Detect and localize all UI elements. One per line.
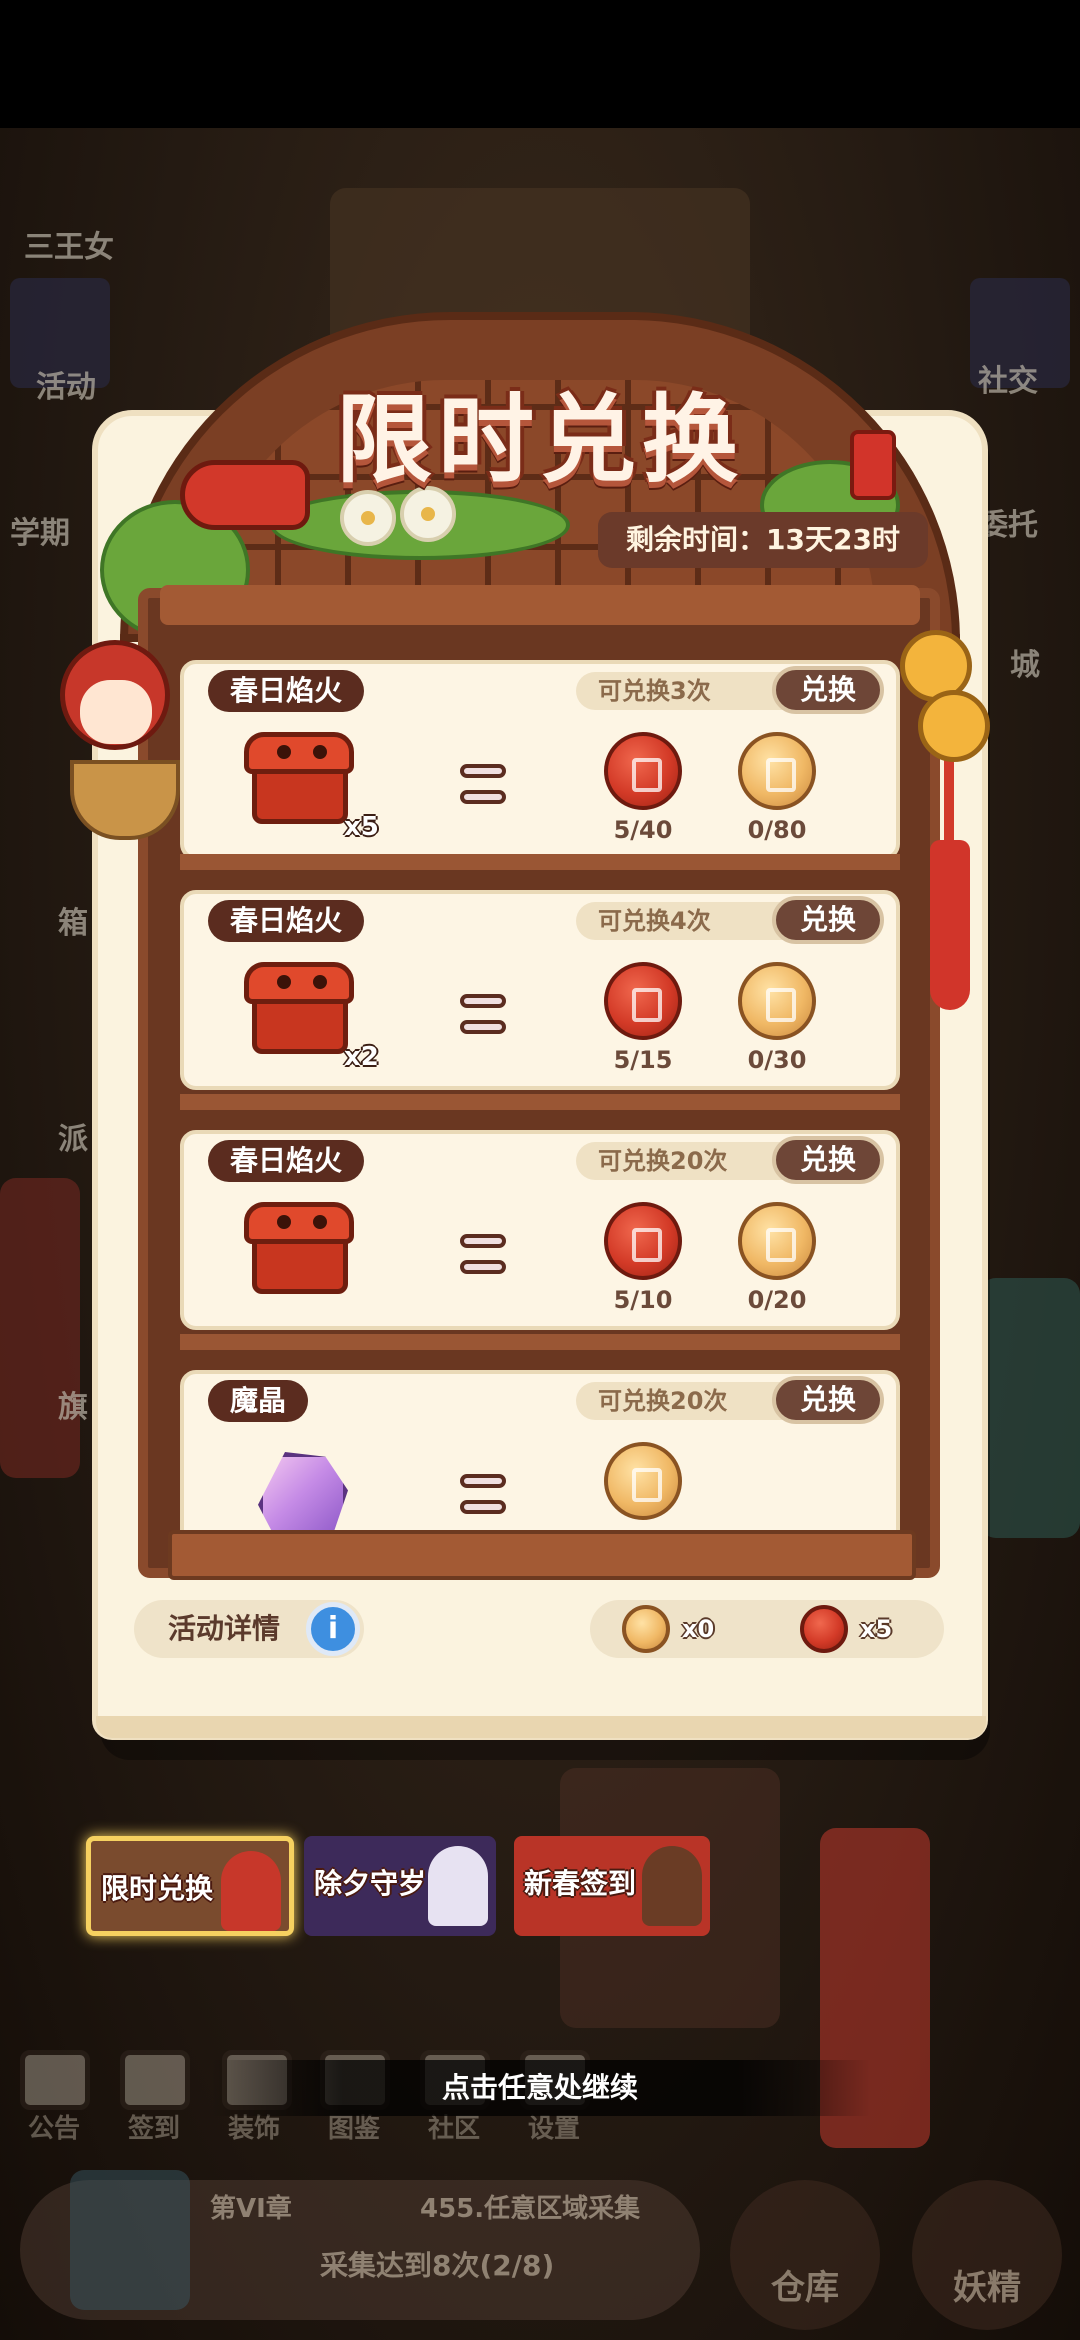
item-quantity: x5 [344,812,379,842]
gold-coin-icon [738,732,816,810]
red-coin-icon [800,1605,848,1653]
gold-coin-icon [738,962,816,1040]
background-label-social: 社交 [978,364,1038,399]
character-portrait [642,1846,702,1926]
firecracker-icon [850,430,896,500]
tab-spring-signin[interactable]: 新春签到 [514,1836,710,1936]
exchange-button[interactable]: 兑换 [772,666,884,714]
title-plaque: 限时兑换 [300,362,780,496]
exchange-item: 春日焰火 可兑换20次 兑换 5/10 0/20 [180,1130,900,1330]
notice-icon[interactable] [20,2050,90,2110]
character-portrait [428,1846,488,1926]
shelf-board [180,1094,900,1110]
item-quantity: x2 [344,1042,379,1072]
activity-detail-button[interactable]: 活动详情 i [134,1600,364,1658]
shelf-top-board [160,585,920,625]
item-name: 春日焰火 [208,670,365,712]
firework-box-icon [244,962,354,1062]
panel-bottom-edge [96,1716,986,1738]
shelf-base [168,1530,916,1580]
gold-coin-icon [604,1442,682,1520]
background-label-city: 城 [1010,648,1040,683]
remaining-time: 剩余时间：13天23时 [598,512,928,568]
tab-label: 限时兑换 [101,1872,214,1905]
character-portrait [221,1851,281,1931]
nav-label-notice: 公告 [27,2114,80,2144]
gold-coin-balance: x0 [682,1615,715,1643]
exchange-item: 魔晶 可兑换20次 兑换 [180,1370,900,1530]
exchange-button[interactable]: 兑换 [772,1136,884,1184]
character-face [80,680,152,744]
chinese-knot-tassel [930,840,970,1010]
continue-hint: 点击任意处继续 [441,2071,638,2104]
magic-crystal-icon [244,1442,354,1530]
background-gift [0,1178,80,1478]
continue-hint-bar[interactable]: 点击任意处继续 [210,2060,870,2116]
activity-detail-label: 活动详情 [168,1612,281,1645]
background-label-2: 活动 [36,370,96,405]
quest-book-icon [70,2170,190,2310]
gold-coin-cost: 0/20 [747,1286,807,1314]
background-label-3: 学期 [10,516,70,551]
gold-coin-icon [738,1202,816,1280]
red-coin-cost: 5/10 [613,1286,673,1314]
quest-chapter: 第VI章 [210,2194,292,2224]
background-gift-right [980,1278,1080,1538]
quest-task: 455.任意区域采集 [420,2194,641,2224]
equals-icon [460,764,506,808]
exchange-button[interactable]: 兑换 [772,896,884,944]
calendar-icon[interactable] [120,2050,190,2110]
background-label-4: 箱 [58,906,88,941]
gold-coin-icon [622,1605,670,1653]
firework-box-icon [244,732,354,832]
equals-icon [460,1234,506,1278]
background-label-5: 派 [58,1122,88,1157]
warehouse-label: 仓库 [771,2268,839,2308]
item-name: 春日焰火 [208,900,365,942]
tab-label: 新春签到 [524,1867,637,1900]
tab-new-year-eve[interactable]: 除夕守岁 [304,1836,496,1936]
red-coin-cost: 5/40 [613,816,673,844]
quest-progress: 采集达到8次(2/8) [320,2249,555,2282]
info-icon[interactable]: i [306,1602,360,1656]
fairy-label: 妖精 [953,2268,1021,2308]
red-coin-balance: x5 [860,1615,893,1643]
background-label-1: 三王女 [24,230,114,265]
lucky-coin-icon [918,690,990,762]
koi-fish-icon [180,460,310,530]
tab-label: 除夕守岁 [314,1867,427,1900]
firework-box-icon [244,1202,354,1302]
red-coin-icon [604,1202,682,1280]
shelf-board [180,1334,900,1350]
currency-balance: x0 x5 [590,1600,944,1658]
red-coin-icon [604,962,682,1040]
gold-coin-cost: 0/80 [747,816,807,844]
exchange-button[interactable]: 兑换 [772,1376,884,1424]
item-name: 春日焰火 [208,1140,365,1182]
red-coin-cost: 5/15 [613,1046,673,1074]
activity-detail-bar: 活动详情 i x0 x5 [134,1600,954,1658]
exchange-item: 春日焰火 可兑换3次 兑换 x5 5/40 0/80 [180,660,900,860]
exchange-item: 春日焰火 可兑换4次 兑换 x2 5/15 0/30 [180,890,900,1090]
equals-icon [460,1474,506,1518]
red-coin-icon [604,732,682,810]
page-title: 限时兑换 [336,384,744,496]
item-name: 魔晶 [208,1380,309,1422]
background-label-6: 旗 [58,1390,88,1425]
gold-coin-cost: 0/30 [747,1046,807,1074]
nav-label-signin: 签到 [127,2114,180,2144]
shelf-board [180,854,900,870]
status-bar-area [0,0,1080,128]
exchange-list[interactable]: 春日焰火 可兑换3次 兑换 x5 5/40 0/80 春日焰火 可兑换4次 兑换… [180,660,900,1530]
tab-limited-exchange[interactable]: 限时兑换 [86,1836,294,1936]
equals-icon [460,994,506,1038]
